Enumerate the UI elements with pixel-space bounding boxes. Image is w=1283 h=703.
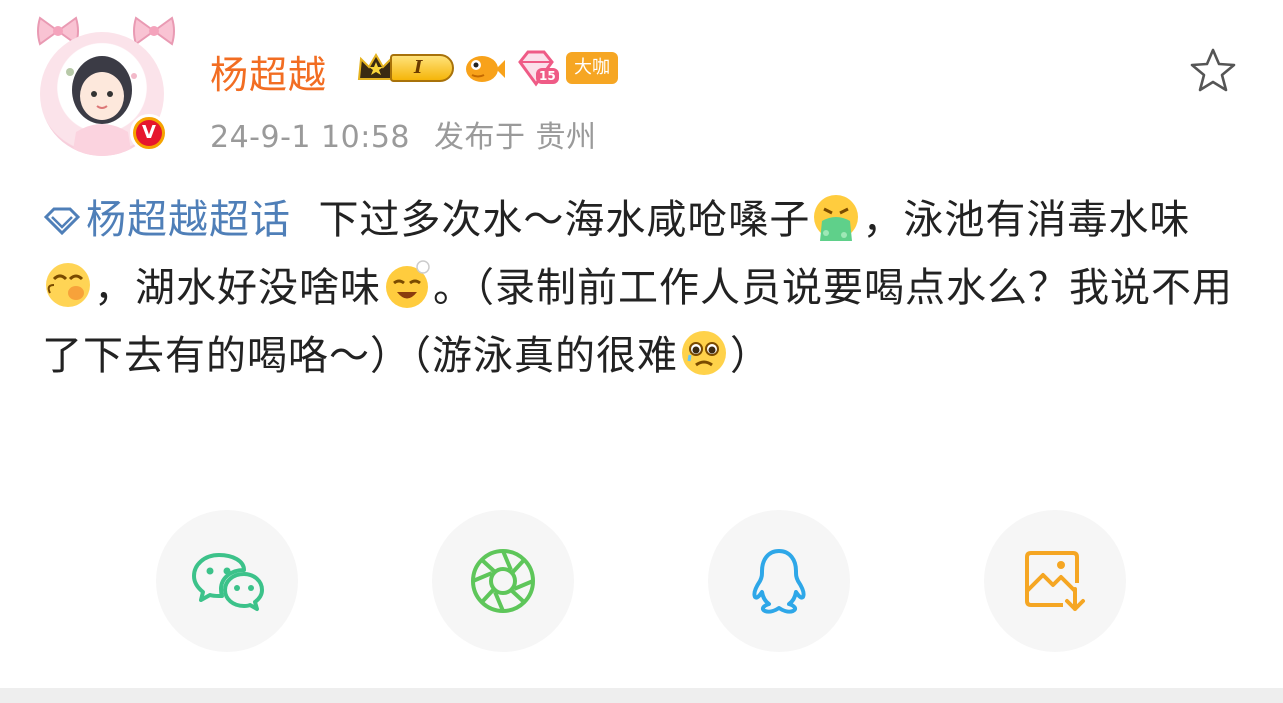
qq-icon	[752, 549, 806, 614]
super-topic-label: 杨超越超话	[86, 197, 291, 243]
share-wechat-button[interactable]	[156, 510, 298, 652]
post-location: 发布于 贵州	[434, 120, 597, 155]
post-text-segment: ，泳池有消毒水味	[862, 197, 1191, 243]
pleading-emoji	[682, 331, 726, 375]
post-timestamp: 24-9-1 10:58	[210, 120, 410, 155]
star-icon[interactable]	[1188, 46, 1238, 96]
wechat-icon	[192, 553, 264, 611]
level-pill: I	[390, 54, 454, 82]
post-meta: 24-9-1 10:58 发布于 贵州	[210, 112, 597, 156]
share-qq-button[interactable]	[708, 510, 850, 652]
moments-icon	[471, 549, 535, 613]
fan-level-number: 15	[536, 68, 559, 84]
super-topic-link[interactable]: 杨超越超话	[42, 197, 291, 243]
verified-badge: V	[130, 114, 168, 152]
diamond-icon	[43, 207, 81, 235]
fan-level-badge[interactable]: 15	[514, 48, 559, 88]
fish-icon[interactable]	[462, 48, 506, 88]
vomit-emoji	[814, 195, 859, 241]
post-content: 杨超越超话 下过多次水～海水咸呛嗓子 ，泳池有消毒水味 ，湖水好没啥味 。（录制…	[42, 186, 1242, 390]
bottom-divider	[0, 688, 1283, 703]
post-text-segment: ，湖水好没啥味	[94, 265, 381, 311]
bow-decoration	[133, 16, 175, 46]
share-row	[0, 510, 1283, 652]
post-text-segment: ）	[730, 333, 771, 379]
membership-level-badge[interactable]: I	[356, 50, 454, 86]
badge-row: I 15 大咖	[356, 46, 618, 90]
save-image-icon	[1025, 551, 1085, 611]
hot-face-emoji	[46, 263, 90, 307]
share-moments-button[interactable]	[432, 510, 574, 652]
dakao-badge[interactable]: 大咖	[566, 52, 618, 84]
save-image-button[interactable]	[984, 510, 1126, 652]
username[interactable]: 杨超越	[210, 44, 327, 99]
avatar-container[interactable]: V	[36, 14, 175, 158]
relieved-emoji	[386, 260, 430, 308]
post-text-segment: 下过多次水～海水咸呛嗓子	[318, 197, 811, 243]
